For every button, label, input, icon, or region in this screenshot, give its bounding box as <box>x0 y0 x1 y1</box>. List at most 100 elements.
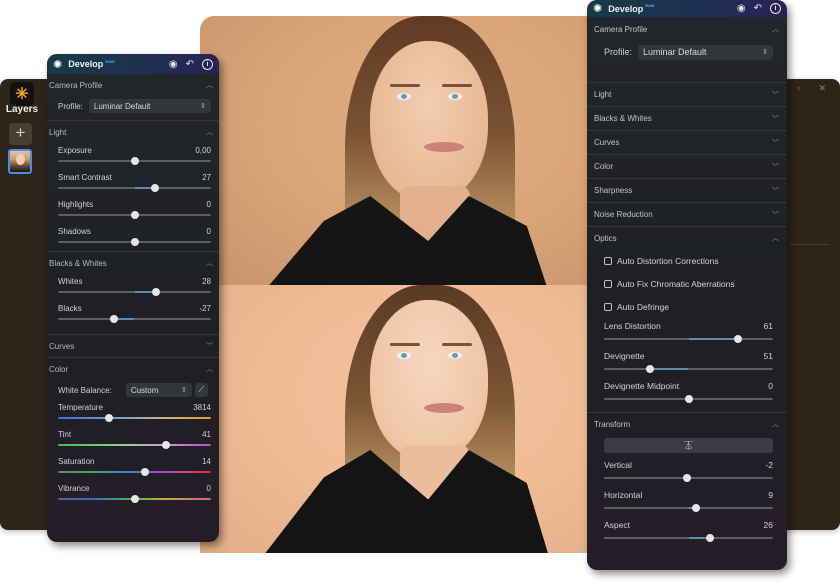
eyedropper-icon[interactable]: ⟋ <box>194 383 208 397</box>
slider-track[interactable] <box>604 474 773 482</box>
slider-track[interactable] <box>58 157 211 165</box>
checkbox[interactable] <box>604 256 612 265</box>
slider-track[interactable] <box>604 365 773 373</box>
chevron-down-icon[interactable]: ﹀ <box>772 210 779 220</box>
section-header[interactable]: Transform ︿ <box>587 413 787 435</box>
chevron-up-icon[interactable]: ︿ <box>206 127 213 137</box>
chevron-down-icon[interactable]: ﹀ <box>772 186 779 196</box>
section-header[interactable]: Color ︿ <box>47 358 219 380</box>
slider-handle[interactable] <box>130 238 139 246</box>
chevron-up-icon[interactable]: ︿ <box>772 233 779 243</box>
info-icon[interactable]: i <box>202 58 213 70</box>
checkbox-row[interactable]: Auto Defringe <box>587 295 787 318</box>
checkbox[interactable] <box>604 302 612 311</box>
slider-track[interactable] <box>58 414 211 422</box>
checkbox-row[interactable]: Auto Fix Chromatic Aberrations <box>587 272 787 295</box>
checkbox-row[interactable]: Auto Distortion Corrections <box>587 249 787 272</box>
slider-value[interactable]: 0 <box>768 381 773 391</box>
slider-track[interactable] <box>604 335 773 343</box>
section-header[interactable]: Sharpness ﹀ <box>587 179 787 202</box>
slider-value[interactable]: 9 <box>768 490 773 500</box>
slider-track[interactable] <box>58 211 211 219</box>
section-header[interactable]: Blacks & Whites ﹀ <box>587 107 787 130</box>
undo-icon[interactable]: ↶ <box>754 3 762 14</box>
section-header[interactable]: Light ︿ <box>47 121 219 143</box>
section-header[interactable]: Optics ︿ <box>587 227 787 249</box>
slider-value[interactable]: 0 <box>207 200 211 209</box>
profile-select[interactable]: Luminar Default ⇕ <box>88 99 211 113</box>
slider-track[interactable] <box>58 184 211 192</box>
slider-handle[interactable] <box>130 211 139 219</box>
slider-handle[interactable] <box>130 495 139 503</box>
slider-handle[interactable] <box>151 288 160 296</box>
slider-track[interactable] <box>58 288 211 296</box>
slider-track[interactable] <box>58 315 211 323</box>
slider-value[interactable]: 61 <box>764 321 773 331</box>
slider-handle[interactable] <box>734 335 743 343</box>
slider-handle[interactable] <box>684 395 693 403</box>
slider-handle[interactable] <box>151 184 160 192</box>
section-header[interactable]: Blacks & Whites ︿ <box>47 252 219 274</box>
slider-value[interactable]: 28 <box>202 277 211 286</box>
chevron-up-icon[interactable]: ︿ <box>772 419 779 429</box>
add-layer-button[interactable]: + <box>9 123 32 145</box>
section-header[interactable]: Curves ﹀ <box>47 335 219 357</box>
close-icon[interactable]: ✕ <box>818 83 826 94</box>
slider-handle[interactable] <box>706 534 715 542</box>
slider-track[interactable] <box>604 504 773 512</box>
slider-value[interactable]: -2 <box>765 460 773 470</box>
chevron-down-icon[interactable]: ﹀ <box>772 114 779 124</box>
slider-value[interactable]: 3814 <box>193 403 211 412</box>
eye-icon[interactable]: ◉ <box>169 59 178 70</box>
slider-value[interactable]: 0 <box>207 484 211 493</box>
eye-icon[interactable]: ◉ <box>737 3 746 14</box>
chevron-up-icon[interactable]: ︿ <box>206 80 213 90</box>
restore-icon[interactable]: ▫ <box>797 83 800 94</box>
checkbox[interactable] <box>604 279 612 288</box>
slider-handle[interactable] <box>109 315 118 323</box>
chevron-down-icon[interactable]: ﹀ <box>772 162 779 172</box>
slider-track[interactable] <box>604 395 773 403</box>
section-header[interactable]: Light ﹀ <box>587 83 787 106</box>
slider-handle[interactable] <box>105 414 114 422</box>
slider-handle[interactable] <box>130 157 139 165</box>
slider-track[interactable] <box>58 441 211 449</box>
slider-track[interactable] <box>58 495 211 503</box>
chevron-up-icon[interactable]: ︿ <box>772 24 779 34</box>
slider-handle[interactable] <box>141 468 150 476</box>
section-header[interactable]: Color ﹀ <box>587 155 787 178</box>
slider-track[interactable] <box>604 534 773 542</box>
slider-handle[interactable] <box>692 504 701 512</box>
slider-value[interactable]: 0 <box>207 227 211 236</box>
perspective-button[interactable]: ⏄ <box>604 438 773 453</box>
slider-value[interactable]: 14 <box>202 457 211 466</box>
white-balance-select[interactable]: Custom ⇕ <box>125 383 192 397</box>
slider-track[interactable] <box>58 238 211 246</box>
slider-track[interactable] <box>58 468 211 476</box>
slider-value[interactable]: 27 <box>202 173 211 182</box>
undo-icon[interactable]: ↶ <box>186 59 194 70</box>
section-title: Camera Profile <box>49 80 103 90</box>
section-collapsed: Noise Reduction ﹀ <box>587 203 787 227</box>
profile-select[interactable]: Luminar Default ⇕ <box>638 44 773 60</box>
slider-handle[interactable] <box>161 441 170 449</box>
section-header[interactable]: Curves ﹀ <box>587 131 787 154</box>
slider-handle[interactable] <box>682 474 691 482</box>
info-icon[interactable]: i <box>770 3 781 14</box>
chevron-up-icon[interactable]: ︿ <box>206 258 213 268</box>
slider-value[interactable]: -27 <box>199 304 211 313</box>
chevron-down-icon[interactable]: ﹀ <box>772 138 779 148</box>
section-header[interactable]: Noise Reduction ﹀ <box>587 203 787 226</box>
chevron-down-icon[interactable]: ﹀ <box>206 341 213 351</box>
slider-value[interactable]: 51 <box>764 351 773 361</box>
slider-value[interactable]: 41 <box>202 430 211 439</box>
chevron-down-icon[interactable]: ﹀ <box>772 90 779 100</box>
sun-burst-icon[interactable]: ✳ <box>10 82 34 106</box>
slider-handle[interactable] <box>645 365 654 373</box>
layer-thumbnail[interactable] <box>8 149 32 174</box>
slider-value[interactable]: 0,00 <box>195 146 211 155</box>
slider-value[interactable]: 26 <box>764 520 773 530</box>
section-header[interactable]: Camera Profile ︿ <box>47 74 219 96</box>
chevron-up-icon[interactable]: ︿ <box>206 364 213 374</box>
section-header[interactable]: Camera Profile ︿ <box>587 17 787 41</box>
